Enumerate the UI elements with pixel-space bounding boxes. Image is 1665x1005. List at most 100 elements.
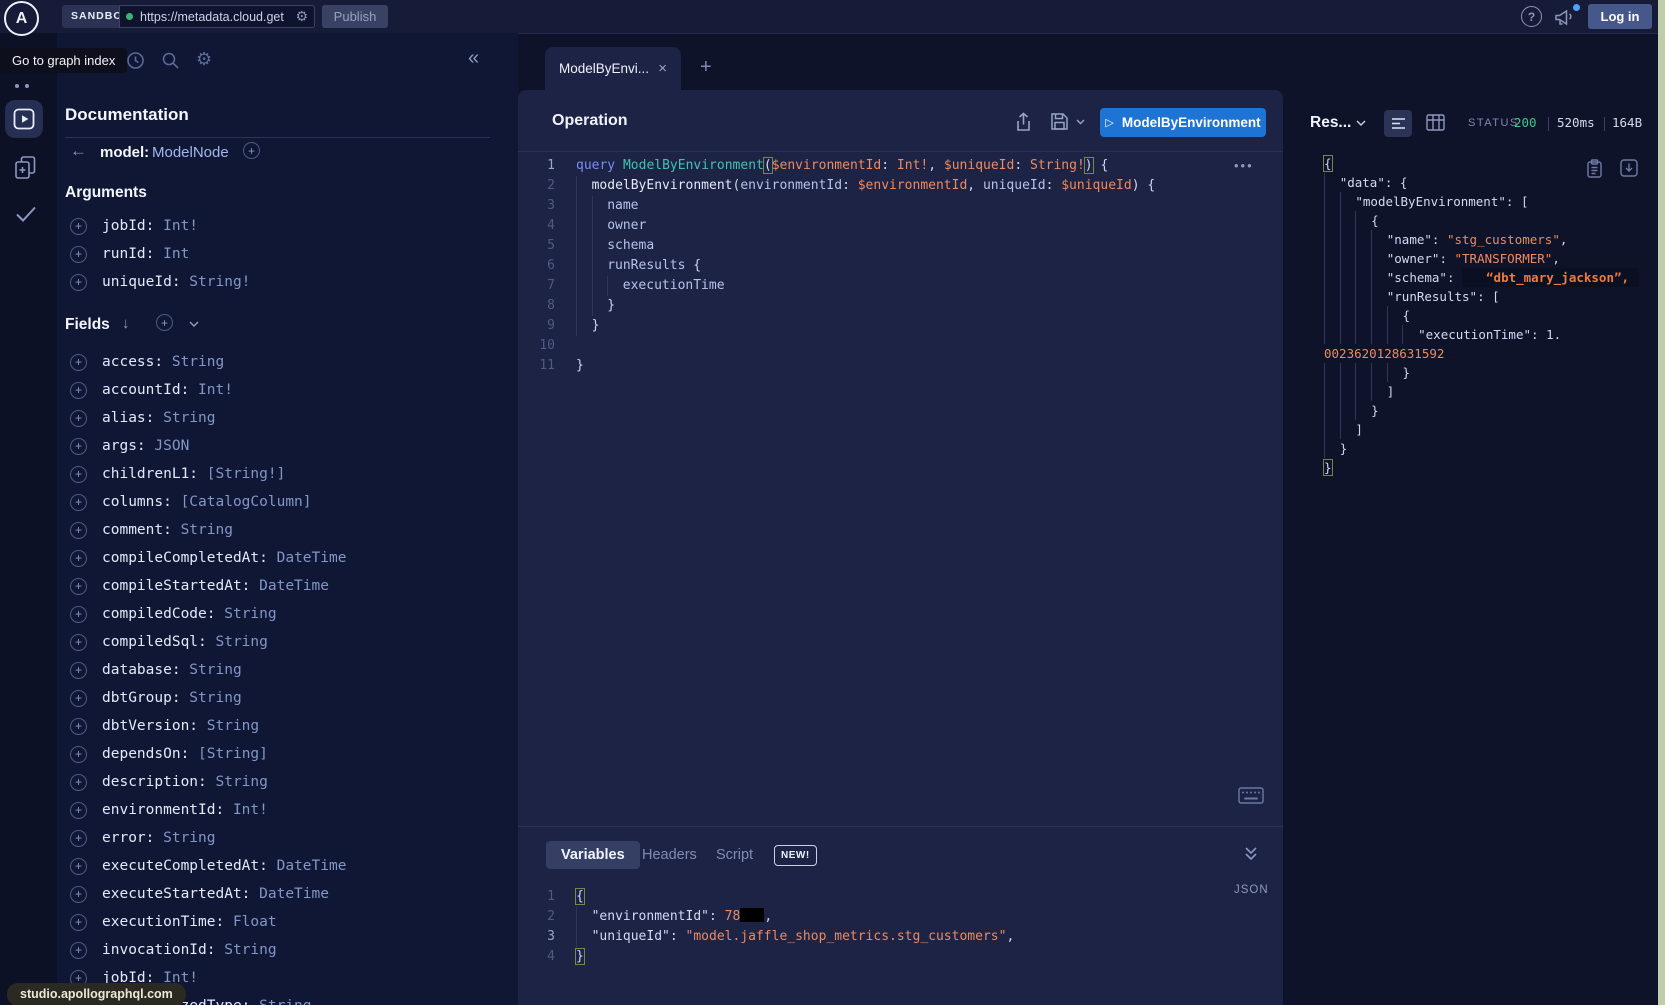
field-name[interactable]: jobId:	[102, 218, 154, 234]
add-to-operation-icon[interactable]: +	[70, 662, 87, 679]
code-line[interactable]: 3name	[518, 196, 1283, 216]
field-name[interactable]: compiledCode:	[102, 606, 216, 622]
response-line[interactable]: "executionTime": 1.	[1324, 325, 1639, 344]
add-to-operation-icon[interactable]: +	[70, 218, 87, 235]
response-line[interactable]: "name": "stg_customers",	[1324, 230, 1639, 249]
variables-line[interactable]: 3"uniqueId": "model.jaffle_shop_metrics.…	[518, 927, 1283, 947]
publish-button[interactable]: Publish	[322, 5, 388, 28]
add-to-operation-icon[interactable]: +	[70, 802, 87, 819]
code-line[interactable]: 6runResults {	[518, 256, 1283, 276]
tab-headers[interactable]: Headers	[642, 847, 697, 863]
new-tab-icon[interactable]: +	[700, 56, 712, 79]
field-type[interactable]: DateTime	[250, 886, 329, 902]
field-row[interactable]: +accountId: Int!	[57, 376, 518, 404]
field-row[interactable]: +compiledCode: String	[57, 600, 518, 628]
operation-tab[interactable]: ModelByEnvi... ×	[545, 47, 681, 90]
add-to-operation-icon[interactable]: +	[70, 578, 87, 595]
response-line[interactable]: "data": {	[1324, 173, 1639, 192]
field-name[interactable]: error:	[102, 830, 154, 846]
field-name[interactable]: compiledSql:	[102, 634, 207, 650]
field-name[interactable]: compileCompletedAt:	[102, 550, 268, 566]
field-name[interactable]: dbtVersion:	[102, 718, 198, 734]
field-row[interactable]: +compileStartedAt: DateTime	[57, 572, 518, 600]
add-to-operation-icon[interactable]: +	[70, 634, 87, 651]
code-line[interactable]: 1query ModelByEnvironment($environmentId…	[518, 156, 1283, 176]
code-line[interactable]: 11}	[518, 356, 1283, 376]
share-icon[interactable]	[1014, 112, 1033, 132]
field-row[interactable]: +alias: String	[57, 404, 518, 432]
add-to-operation-icon[interactable]: +	[70, 354, 87, 371]
field-row[interactable]: +comment: String	[57, 516, 518, 544]
field-type[interactable]: Int	[154, 246, 189, 262]
announcements-icon[interactable]	[1554, 7, 1575, 26]
field-row[interactable]: +columns: [CatalogColumn]	[57, 488, 518, 516]
add-to-operation-icon[interactable]: +	[70, 830, 87, 847]
field-row[interactable]: +childrenL1: [String!]	[57, 460, 518, 488]
field-type[interactable]: DateTime	[268, 858, 347, 874]
sidebar-item-explorer[interactable]	[5, 100, 43, 138]
help-icon[interactable]: ?	[1521, 6, 1542, 27]
field-name[interactable]: invocationId:	[102, 942, 216, 958]
field-name[interactable]: comment:	[102, 522, 172, 538]
response-line[interactable]: ]	[1324, 420, 1639, 439]
response-line[interactable]: "modelByEnvironment": [	[1324, 192, 1639, 211]
add-to-operation-icon[interactable]: +	[70, 550, 87, 567]
field-name[interactable]: alias:	[102, 410, 154, 426]
formatted-view-button[interactable]	[1384, 110, 1412, 137]
settings-gear-icon[interactable]: ⚙	[196, 49, 212, 70]
field-type[interactable]: String	[172, 522, 233, 538]
field-name[interactable]: database:	[102, 662, 181, 678]
field-name[interactable]: uniqueId:	[102, 274, 181, 290]
field-type[interactable]: String	[250, 998, 311, 1005]
add-to-operation-icon[interactable]: +	[70, 690, 87, 707]
add-to-operation-icon[interactable]: +	[70, 382, 87, 399]
run-operation-button[interactable]: ▷ ModelByEnvironment	[1100, 108, 1266, 137]
code-line[interactable]: 10	[518, 336, 1283, 356]
response-dropdown-chevron-icon[interactable]	[1356, 120, 1366, 127]
field-row[interactable]: +executeStartedAt: DateTime	[57, 880, 518, 908]
response-line[interactable]: "runResults": [	[1324, 287, 1639, 306]
field-name[interactable]: description:	[102, 774, 207, 790]
field-type[interactable]: DateTime	[268, 550, 347, 566]
field-row[interactable]: +dbtGroup: String	[57, 684, 518, 712]
response-json[interactable]: {"data": {"modelByEnvironment": [{"name"…	[1324, 154, 1639, 477]
field-type[interactable]: String	[154, 830, 215, 846]
field-row[interactable]: +dependsOn: [String]	[57, 740, 518, 768]
response-line[interactable]: ]	[1324, 382, 1639, 401]
field-row[interactable]: + access: String	[57, 348, 518, 376]
field-type[interactable]: JSON	[146, 438, 190, 454]
field-type[interactable]: String	[163, 354, 224, 370]
apollo-logo[interactable]: A	[4, 1, 39, 36]
add-to-operation-icon[interactable]: +	[70, 274, 87, 291]
field-name[interactable]: dependsOn:	[102, 746, 189, 762]
collapse-variables-chevrons-icon[interactable]	[1244, 846, 1258, 862]
field-name[interactable]: args:	[102, 438, 146, 454]
field-type[interactable]: [String]	[189, 746, 268, 762]
argument-row[interactable]: +jobId: Int!	[57, 212, 518, 240]
code-line[interactable]: 4owner	[518, 216, 1283, 236]
login-button[interactable]: Log in	[1588, 4, 1652, 29]
add-all-fields-icon[interactable]: +	[156, 314, 173, 331]
field-type[interactable]: Float	[224, 914, 276, 930]
field-name[interactable]: access:	[102, 354, 163, 370]
add-to-operation-icon[interactable]: +	[70, 438, 87, 455]
argument-row[interactable]: +runId: Int	[57, 240, 518, 268]
table-view-button[interactable]	[1426, 114, 1445, 131]
response-dropdown[interactable]: Res...	[1310, 114, 1351, 132]
response-line[interactable]: {	[1324, 154, 1639, 173]
add-to-operation-icon[interactable]: +	[70, 246, 87, 263]
add-to-operation-icon[interactable]: +	[70, 914, 87, 931]
history-icon[interactable]	[126, 51, 145, 70]
field-type[interactable]: Int!	[224, 802, 268, 818]
tab-variables[interactable]: Variables	[546, 841, 640, 869]
graph-index-icon[interactable]	[15, 84, 19, 88]
response-line[interactable]: 0023620128631592	[1324, 344, 1639, 363]
add-to-operation-icon[interactable]: +	[70, 942, 87, 959]
field-row[interactable]: +invocationId: String	[57, 936, 518, 964]
back-arrow-icon[interactable]: ←	[70, 141, 87, 161]
field-row[interactable]: +compiledSql: String	[57, 628, 518, 656]
sort-fields-icon[interactable]: ↓	[122, 315, 130, 332]
operation-editor[interactable]: 1query ModelByEnvironment($environmentId…	[518, 156, 1283, 376]
field-name[interactable]: environmentId:	[102, 802, 224, 818]
add-field-icon[interactable]: +	[243, 142, 260, 159]
